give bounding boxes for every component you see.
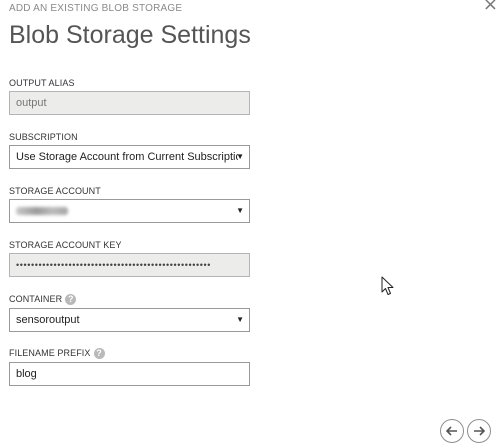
container-value: sensoroutput (16, 314, 80, 326)
back-arrow-icon (445, 426, 457, 436)
next-arrow-icon (474, 426, 486, 436)
help-icon[interactable]: ? (65, 294, 77, 306)
filename-prefix-input[interactable]: blog (9, 362, 250, 386)
storage-account-label: STORAGE ACCOUNT (9, 186, 101, 196)
subscription-select[interactable]: Use Storage Account from Current Subscri… (9, 145, 250, 169)
dropdown-arrow-icon: ▼ (236, 152, 244, 161)
storage-account-key-label: STORAGE ACCOUNT KEY (9, 240, 122, 250)
filename-prefix-value: blog (16, 368, 37, 380)
container-select[interactable]: sensoroutput ▼ (9, 308, 250, 332)
page-title: Blob Storage Settings (9, 21, 251, 49)
close-icon[interactable]: × (483, 0, 498, 15)
output-alias-value: output (16, 97, 47, 109)
help-icon[interactable]: ? (93, 348, 105, 360)
subscription-label: SUBSCRIPTION (9, 132, 78, 142)
output-alias-label: OUTPUT ALIAS (9, 78, 75, 88)
wizard-title: ADD AN EXISTING BLOB STORAGE (9, 3, 183, 14)
storage-account-key-value: ••••••••••••••••••••••••••••••••••••••••… (16, 260, 212, 270)
filename-prefix-label: FILENAME PREFIX? (9, 348, 105, 360)
output-alias-field: output (9, 91, 250, 115)
storage-account-redacted-value (16, 207, 68, 215)
mouse-cursor-icon (381, 276, 394, 295)
dropdown-arrow-icon: ▼ (236, 206, 244, 215)
back-button[interactable] (440, 419, 464, 443)
container-label: CONTAINER? (9, 294, 77, 306)
subscription-value: Use Storage Account from Current Subscri… (16, 151, 238, 163)
storage-account-key-field: ••••••••••••••••••••••••••••••••••••••••… (9, 253, 250, 277)
next-button[interactable] (467, 419, 491, 443)
storage-account-select[interactable]: ▼ (9, 199, 250, 223)
dropdown-arrow-icon: ▼ (236, 315, 244, 324)
